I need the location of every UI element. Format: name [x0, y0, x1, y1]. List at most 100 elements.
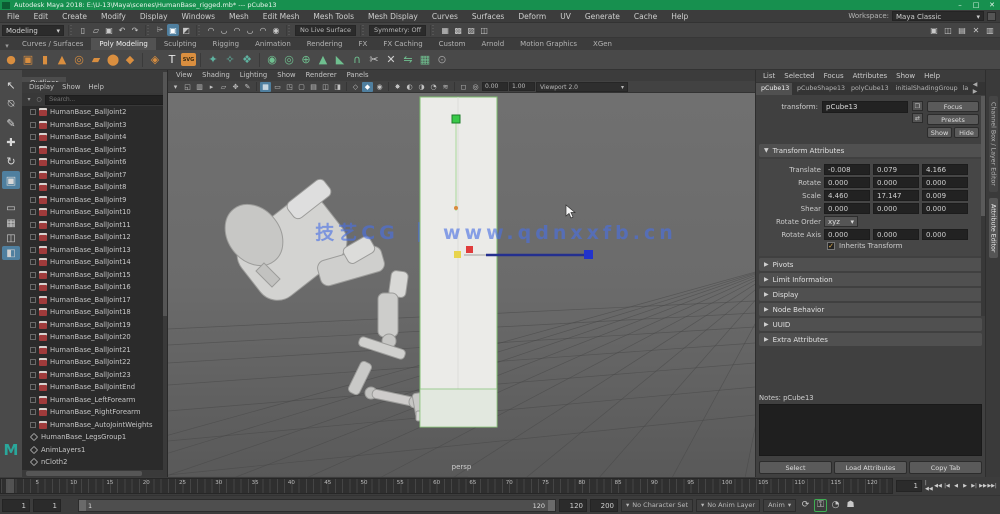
symmetry-field[interactable]: Symmetry: Off [369, 25, 426, 36]
sculpt-objects-icon[interactable]: ❖ [239, 52, 255, 68]
outliner-item[interactable]: nCloth2 [22, 456, 167, 469]
poly-superellipse-icon[interactable]: ◈ [147, 52, 163, 68]
poly-plane-icon[interactable]: ▰ [88, 52, 104, 68]
attr-value-field[interactable]: 0.000 [922, 177, 968, 188]
section-display[interactable]: ▶Display [759, 288, 982, 301]
shelf-tab-xgen[interactable]: XGen [585, 38, 620, 50]
menu-modify[interactable]: Modify [94, 12, 133, 21]
maximize-button[interactable]: □ [968, 0, 984, 10]
select-by-component-icon[interactable]: ◩ [180, 24, 192, 36]
outliner-item[interactable]: HumanBase_BallJoint15 [22, 269, 167, 282]
menu-deform[interactable]: Deform [511, 12, 553, 21]
viewport-menu-panels[interactable]: Panels [343, 70, 373, 81]
section-pivots[interactable]: ▶Pivots [759, 258, 982, 271]
screen-space-ao-icon[interactable]: ◑ [416, 82, 427, 92]
viewport-menu-show[interactable]: Show [273, 70, 299, 81]
resolution-gate-icon[interactable]: ◳ [284, 82, 295, 92]
transform-attributes-section[interactable]: ▼ Transform Attributes [759, 144, 982, 157]
outliner-item[interactable]: HumanBase_BallJoint5 [22, 144, 167, 157]
menu-cache[interactable]: Cache [627, 12, 664, 21]
snap-to-view-plane-icon[interactable]: ◠ [257, 24, 269, 36]
animation-start-field[interactable]: 1 [2, 499, 30, 512]
exposure-field[interactable]: 0.00 [482, 82, 508, 91]
section-extra-attributes[interactable]: ▶Extra Attributes [759, 333, 982, 346]
playback-end-field[interactable]: 120 [559, 499, 587, 512]
scale-tool[interactable]: ▣ [2, 171, 20, 189]
step-forward-frame-button[interactable]: ▶▶ [979, 480, 987, 492]
poly-disc-icon[interactable]: ⬤ [105, 52, 121, 68]
attr-value-field[interactable]: 0.000 [873, 229, 919, 240]
workspace-dropdown[interactable]: Maya Classic▾ [892, 11, 984, 21]
menu-mesh-tools[interactable]: Mesh Tools [306, 12, 361, 21]
extrude-icon[interactable]: ▲ [315, 52, 331, 68]
menu-edit-mesh[interactable]: Edit Mesh [256, 12, 307, 21]
render-view-icon[interactable]: ▦ [439, 24, 451, 36]
image-plane-icon[interactable]: ▱ [218, 82, 229, 92]
menu-edit[interactable]: Edit [27, 12, 56, 21]
attr-value-field[interactable]: 0.079 [873, 164, 919, 175]
outliner-item[interactable]: HumanBase_BallJoint13 [22, 244, 167, 257]
viewport-menu-lighting[interactable]: Lighting [236, 70, 271, 81]
attr-value-field[interactable]: -0.008 [824, 164, 870, 175]
outliner-item[interactable]: HumanBase_BallJoint21 [22, 344, 167, 357]
grid-icon[interactable]: ▦ [260, 82, 271, 92]
playback-range-bar[interactable]: 1 120 [78, 499, 556, 512]
shelf-tab-curves-surfaces[interactable]: Curves / Surfaces [14, 38, 91, 50]
attr-value-field[interactable]: 0.000 [824, 177, 870, 188]
textured-icon[interactable]: ◉ [374, 82, 385, 92]
lock-camera-icon[interactable]: ◱ [182, 82, 193, 92]
menu-display[interactable]: Display [133, 12, 175, 21]
animation-end-field[interactable]: 200 [590, 499, 618, 512]
menu-uv[interactable]: UV [553, 12, 578, 21]
ae-tab-polyCube13[interactable]: polyCube13 [846, 83, 891, 95]
transform-name-field[interactable]: pCube13 [822, 101, 908, 113]
polygon-type-icon[interactable]: T [164, 52, 180, 68]
make-live-icon[interactable]: ◉ [270, 24, 282, 36]
outliner-item[interactable]: HumanBase_BallJoint23 [22, 369, 167, 382]
poly-cube-icon[interactable]: ▣ [20, 52, 36, 68]
select-button[interactable]: Select [759, 461, 832, 474]
field-chart-icon[interactable]: ▤ [308, 82, 319, 92]
shadows-icon[interactable]: ◐ [404, 82, 415, 92]
paint-selection-tool[interactable]: ✎ [2, 114, 20, 132]
menu-curves[interactable]: Curves [425, 12, 465, 21]
outliner-item[interactable]: HumanBase_BallJoint7 [22, 169, 167, 182]
tool-settings-toggle-icon[interactable]: ✕ [970, 24, 982, 36]
shelf-tab-poly-modeling[interactable]: Poly Modeling [91, 38, 155, 50]
outliner-item[interactable]: HumanBase_BallJointEnd [22, 381, 167, 394]
outliner-item[interactable]: HumanBase_BallJoint9 [22, 194, 167, 207]
gamma-field[interactable]: 1.00 [509, 82, 535, 91]
lasso-tool[interactable]: ⍉ [2, 95, 20, 113]
ae-tab-pCube13[interactable]: pCube13 [756, 83, 792, 95]
hide-button[interactable]: Hide [954, 127, 979, 138]
select-by-hierarchy-icon[interactable]: ⌲ [154, 24, 166, 36]
outliner-item[interactable]: HumanBase_BallJoint11 [22, 219, 167, 232]
time-ruler[interactable]: 5101520253035404550556065707580859095100… [0, 478, 893, 494]
snap-to-grid-icon[interactable]: ◠ [205, 24, 217, 36]
outliner-menu-help[interactable]: Help [85, 82, 107, 93]
bridge-icon[interactable]: ∩ [349, 52, 365, 68]
outliner-item[interactable]: HumanBase_BallJoint2 [22, 106, 167, 119]
shelf-tab-rigging[interactable]: Rigging [205, 38, 248, 50]
auto-keyframe-icon[interactable]: ⚿ [814, 499, 827, 512]
outliner-item[interactable]: HumanBase_BallJoint6 [22, 156, 167, 169]
menu-generate[interactable]: Generate [578, 12, 627, 21]
poly-platonic-icon[interactable]: ◆ [122, 52, 138, 68]
combine-icon[interactable]: ◉ [264, 52, 280, 68]
filter-icon[interactable]: ▾ [25, 96, 33, 104]
attr-value-field[interactable]: 0.000 [824, 203, 870, 214]
load-attributes-button[interactable]: Load Attributes [834, 461, 907, 474]
use-all-lights-icon[interactable]: ✸ [392, 82, 403, 92]
workspace-gear-icon[interactable] [987, 12, 996, 21]
film-gate-icon[interactable]: ▭ [272, 82, 283, 92]
outliner-vertical-scrollbar[interactable] [163, 70, 167, 477]
menu-help[interactable]: Help [664, 12, 695, 21]
copy-tab-button[interactable]: Copy Tab [909, 461, 982, 474]
section-limit-information[interactable]: ▶Limit Information [759, 273, 982, 286]
sculpt-tool-icon[interactable]: ✦ [205, 52, 221, 68]
shelf-tab-sculpting[interactable]: Sculpting [156, 38, 205, 50]
attribute-editor-toggle-icon[interactable]: ▤ [956, 24, 968, 36]
outliner-horizontal-scrollbar[interactable] [22, 470, 167, 477]
wireframe-icon[interactable]: ◇ [350, 82, 361, 92]
ipr-render-icon[interactable]: ▨ [465, 24, 477, 36]
